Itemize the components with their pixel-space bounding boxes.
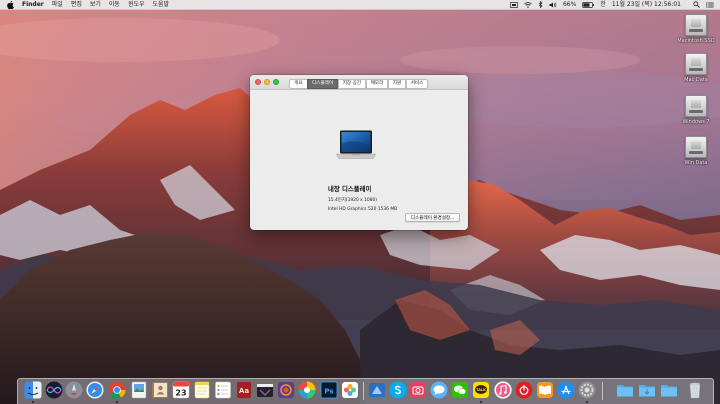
hard-drive-icon — [685, 136, 707, 158]
dock-separator — [602, 382, 603, 400]
notification-center-icon[interactable] — [706, 1, 714, 8]
menu-window[interactable]: 윈도우 — [128, 0, 145, 10]
spaces-icon[interactable] — [510, 1, 518, 8]
dock-downloads-folder-icon[interactable] — [638, 381, 656, 399]
menu-help[interactable]: 도움말 — [153, 0, 170, 10]
menu-edit[interactable]: 편집 — [71, 0, 82, 10]
running-indicator — [32, 401, 34, 403]
desktop-drive-windows-7[interactable]: Windows 7 — [668, 95, 720, 125]
tab-support[interactable]: 지원 — [387, 79, 407, 89]
laptop-display-icon — [336, 130, 376, 159]
tab-memory[interactable]: 메모리 — [365, 79, 389, 89]
dock-ibooks-icon[interactable] — [536, 381, 554, 399]
desktop-drive-mac-data[interactable]: Mac Data — [668, 53, 720, 83]
dock-chrome-icon[interactable] — [108, 381, 126, 399]
about-this-mac-window: 개요 디스플레이 저장 공간 메모리 지원 서비스 내장 디스플레이 15.4인… — [250, 75, 468, 230]
menu-bar: Finder 파일 편집 보기 이동 윈도우 도움말 66% 한 11월 23일… — [0, 0, 720, 10]
dock-photoshop-icon[interactable]: Ps — [320, 381, 338, 399]
dock-trash-icon[interactable] — [686, 381, 704, 399]
dock-folder-icon[interactable] — [616, 381, 634, 399]
menu-view[interactable]: 보기 — [90, 0, 101, 10]
dock-safari-icon[interactable] — [86, 381, 104, 399]
desktop-drive-win-data[interactable]: Win Data — [668, 136, 720, 166]
drive-label: Win Data — [684, 160, 708, 166]
dock-documents-folder-icon[interactable] — [660, 381, 678, 399]
dock: 23 Aa Ps TALK — [17, 378, 714, 404]
dock-itunes-icon[interactable] — [494, 381, 512, 399]
bluetooth-icon[interactable] — [538, 1, 543, 8]
input-method-indicator[interactable]: 한 — [600, 0, 606, 10]
dictionary-label: Aa — [239, 387, 249, 395]
dock-wechat-icon[interactable] — [451, 381, 469, 399]
dock-reminders-icon[interactable] — [214, 381, 232, 399]
drive-label: Windows 7 — [682, 119, 710, 125]
dock-notes-icon[interactable] — [193, 381, 211, 399]
running-indicator — [116, 401, 118, 403]
dock-photos-icon[interactable] — [341, 381, 359, 399]
display-info: 내장 디스플레이 15.4인치(1920 x 1080) Intel HD Gr… — [328, 184, 397, 216]
hard-drive-icon — [685, 53, 707, 75]
battery-icon[interactable] — [582, 1, 595, 8]
display-preferences-button[interactable]: 디스플레이 환경설정... — [404, 213, 460, 222]
tab-storage[interactable]: 저장 공간 — [337, 79, 367, 89]
dock-siri-icon[interactable] — [45, 381, 63, 399]
dock-separator — [363, 382, 364, 400]
dock-calendar-icon[interactable]: 23 — [172, 381, 190, 399]
dock-pixelmator-icon[interactable] — [298, 381, 316, 399]
tab-displays[interactable]: 디스플레이 — [307, 79, 339, 89]
dock-keynote-icon[interactable] — [368, 381, 386, 399]
dock-dictionary-icon[interactable]: Aa — [235, 381, 253, 399]
dock-final-cut-icon[interactable] — [256, 381, 274, 399]
window-content: 내장 디스플레이 15.4인치(1920 x 1080) Intel HD Gr… — [250, 90, 468, 230]
running-indicator — [586, 401, 588, 403]
dock-messages-icon[interactable] — [430, 381, 448, 399]
battery-percent: 66% — [562, 0, 577, 8]
display-resolution: 15.4인치(1920 x 1080) — [328, 198, 378, 203]
dock-skype-icon[interactable] — [389, 381, 407, 399]
spotlight-icon[interactable] — [693, 1, 700, 8]
menu-go[interactable]: 이동 — [109, 0, 120, 10]
photoshop-label: Ps — [324, 388, 333, 396]
dock-camera-icon[interactable] — [409, 381, 427, 399]
tab-overview[interactable]: 개요 — [289, 79, 308, 89]
wifi-icon[interactable] — [524, 1, 532, 8]
menu-clock[interactable]: 11월 23일 (목) 12:56:01 — [612, 0, 681, 10]
graphics-card: Intel HD Graphics 520 1536 MB — [328, 207, 398, 212]
apple-menu-icon[interactable] — [7, 0, 16, 9]
dock-system-preferences-icon[interactable] — [578, 381, 596, 399]
kakaotalk-label: TALK — [476, 388, 486, 392]
volume-icon[interactable] — [549, 2, 557, 8]
calendar-day: 23 — [175, 389, 186, 398]
dock-kakaotalk-icon[interactable]: TALK — [472, 381, 490, 399]
menu-file[interactable]: 파일 — [52, 0, 63, 10]
hard-drive-icon — [685, 14, 707, 36]
desktop-drive-macintosh-ssd[interactable]: Macintosh SSD — [668, 14, 720, 44]
dock-finder-icon[interactable] — [24, 381, 42, 399]
hard-drive-icon — [685, 95, 707, 117]
drive-label: Mac Data — [684, 77, 708, 83]
dock-launchpad-icon[interactable] — [65, 381, 83, 399]
dock-app-store-icon[interactable] — [557, 381, 575, 399]
display-name: 내장 디스플레이 — [328, 185, 372, 193]
dock-music-player-icon[interactable] — [515, 381, 533, 399]
segmented-tabs: 개요 디스플레이 저장 공간 메모리 지원 서비스 — [250, 79, 468, 89]
dock-contacts-icon[interactable] — [151, 381, 169, 399]
running-indicator — [480, 401, 482, 403]
window-titlebar[interactable]: 개요 디스플레이 저장 공간 메모리 지원 서비스 — [250, 75, 468, 90]
dock-preview-icon[interactable] — [130, 381, 148, 399]
dock-motion-icon[interactable] — [277, 381, 295, 399]
drive-label: Macintosh SSD — [677, 38, 715, 44]
menu-app-finder[interactable]: Finder — [22, 0, 44, 10]
tab-service[interactable]: 서비스 — [405, 79, 429, 89]
